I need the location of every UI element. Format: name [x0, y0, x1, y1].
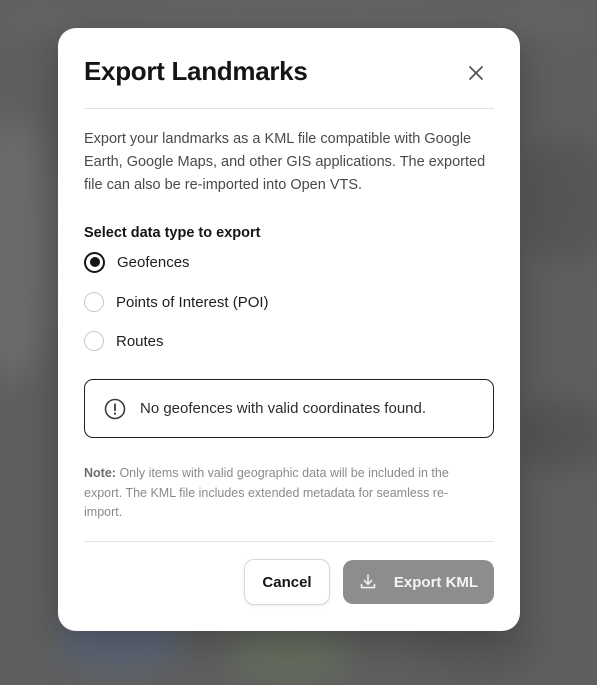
background-blur [230, 630, 350, 680]
alert-message: No geofences with valid coordinates foun… [140, 400, 427, 417]
dialog-title: Export Landmarks [84, 56, 308, 86]
export-landmarks-dialog: Export Landmarks Export your landmarks a… [58, 28, 520, 631]
close-button[interactable] [462, 59, 490, 87]
export-button-label: Export KML [393, 573, 479, 591]
header-divider [84, 108, 494, 109]
radio-option-routes[interactable]: Routes [84, 329, 164, 353]
radio-label: Geofences [117, 253, 190, 271]
download-icon [359, 573, 377, 591]
background-blur [520, 140, 597, 260]
warning-alert: No geofences with valid coordinates foun… [84, 379, 494, 438]
export-kml-button[interactable]: Export KML [343, 560, 494, 604]
note-text: Only items with valid geographic data wi… [84, 466, 449, 519]
radio-button[interactable] [84, 331, 104, 351]
radio-button[interactable] [84, 292, 104, 312]
export-note: Note: Only items with valid geographic d… [84, 464, 479, 523]
cancel-button[interactable]: Cancel [244, 559, 330, 605]
note-label: Note: [84, 466, 116, 480]
exclamation-circle-icon [104, 398, 126, 420]
background-blur [515, 400, 597, 470]
dialog-description: Export your landmarks as a KML file comp… [84, 131, 486, 193]
radio-label: Points of Interest (POI) [116, 293, 269, 311]
radio-option-geofences[interactable]: Geofences [84, 250, 190, 274]
footer-divider [84, 541, 494, 542]
radio-button-checked[interactable] [84, 251, 105, 273]
close-icon [469, 66, 483, 80]
radio-option-poi[interactable]: Points of Interest (POI) [84, 290, 269, 314]
export-type-label: Select data type to export [84, 225, 261, 241]
background-blur [0, 120, 50, 380]
radio-label: Routes [116, 332, 164, 350]
